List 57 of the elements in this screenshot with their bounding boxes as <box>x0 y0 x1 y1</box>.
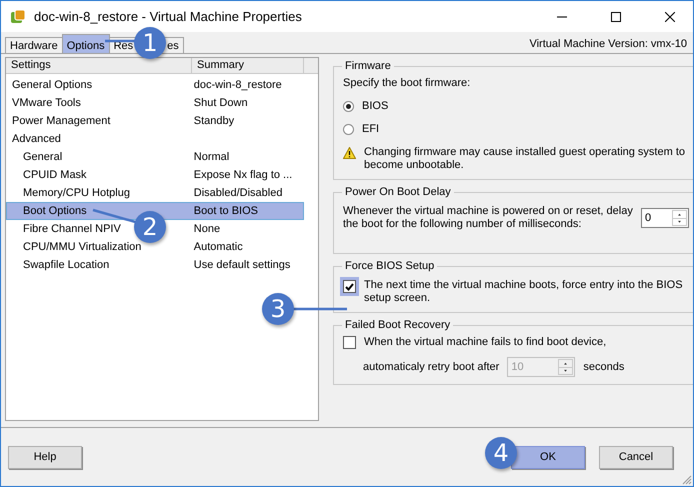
setting-name[interactable]: General <box>23 151 62 163</box>
column-header <box>304 58 318 74</box>
delay-field[interactable]: 0 <box>641 208 689 228</box>
setting-name[interactable]: VMware Tools <box>12 97 81 109</box>
retry-label: automaticaly retry boot after <box>363 360 500 374</box>
warning-icon <box>343 147 356 159</box>
setting-name[interactable]: Memory/CPU Hotplug <box>23 187 130 199</box>
leader-line <box>105 39 135 43</box>
setting-name[interactable]: Fibre Channel NPIV <box>23 223 121 235</box>
close-icon[interactable] <box>665 12 675 22</box>
setting-summary: Expose Nx flag to ... <box>194 169 292 181</box>
column-header: Summary <box>192 58 304 74</box>
setting-summary: Boot to BIOS <box>194 205 258 217</box>
ok-button[interactable]: OK <box>511 446 585 468</box>
setting-summary: Use default settings <box>194 259 290 271</box>
app-icon <box>10 8 26 24</box>
setting-name[interactable]: Swapfile Location <box>23 259 110 271</box>
setting-summary: Disabled/Disabled <box>194 187 282 199</box>
group-title: Force BIOS Setup <box>344 260 436 272</box>
window-title: doc-win-8_restore - Virtual Machine Properties <box>34 9 303 24</box>
radio-button[interactable] <box>343 124 354 135</box>
setting-summary: doc-win-8_restore <box>194 79 282 91</box>
setting-summary: Automatic <box>194 241 243 253</box>
checkbox-label: The next time the virtual machine boots, force entry into the BIOS setup screen. <box>364 279 684 305</box>
setting-name[interactable]: Advanced <box>12 133 61 145</box>
setting-summary: Shut Down <box>194 97 248 109</box>
warning-text: Changing firmware may cause installed guest operating system to become unbootable. <box>364 146 686 172</box>
checkbox-label: When the virtual machine fails to find boot device, <box>364 336 606 349</box>
group-title: Firmware <box>344 60 392 72</box>
checkbox[interactable] <box>343 280 356 293</box>
help-button[interactable]: Help <box>8 446 82 468</box>
cancel-button[interactable]: Cancel <box>599 446 673 468</box>
setting-summary: None <box>194 223 220 235</box>
setting-name[interactable]: CPU/MMU Virtualization <box>23 241 142 253</box>
spin-buttons[interactable] <box>672 210 687 226</box>
description-text: Whenever the virtual machine is powered on or reset, delay the boot for the following number of milliseconds: <box>343 205 633 231</box>
tab[interactable]: Options <box>62 34 110 53</box>
group-title: Failed Boot Recovery <box>344 319 452 331</box>
group-title: Power On Boot Delay <box>344 186 452 198</box>
leader-line <box>293 307 347 311</box>
version-label: Virtual Machine Version: vmx-10 <box>529 38 687 50</box>
column-header: Settings <box>6 58 192 74</box>
resize-grip-icon <box>682 475 692 485</box>
setting-name: Boot Options <box>23 205 87 217</box>
setting-summary: Normal <box>194 151 230 163</box>
radio-label: BIOS <box>362 100 388 113</box>
maximize-icon[interactable] <box>611 12 621 22</box>
prompt-text: Specify the boot firmware: <box>343 77 470 90</box>
setting-summary: Standby <box>194 115 234 127</box>
setting-name[interactable]: Power Management <box>12 115 110 127</box>
radio-button[interactable] <box>343 101 354 112</box>
callout-badge: 4 <box>485 437 517 469</box>
setting-name[interactable]: General Options <box>12 79 92 91</box>
radio-label: EFI <box>362 123 380 136</box>
tab[interactable]: Hardware <box>5 37 63 53</box>
setting-name[interactable]: CPUID Mask <box>23 169 87 181</box>
unit-label: seconds <box>583 360 624 374</box>
